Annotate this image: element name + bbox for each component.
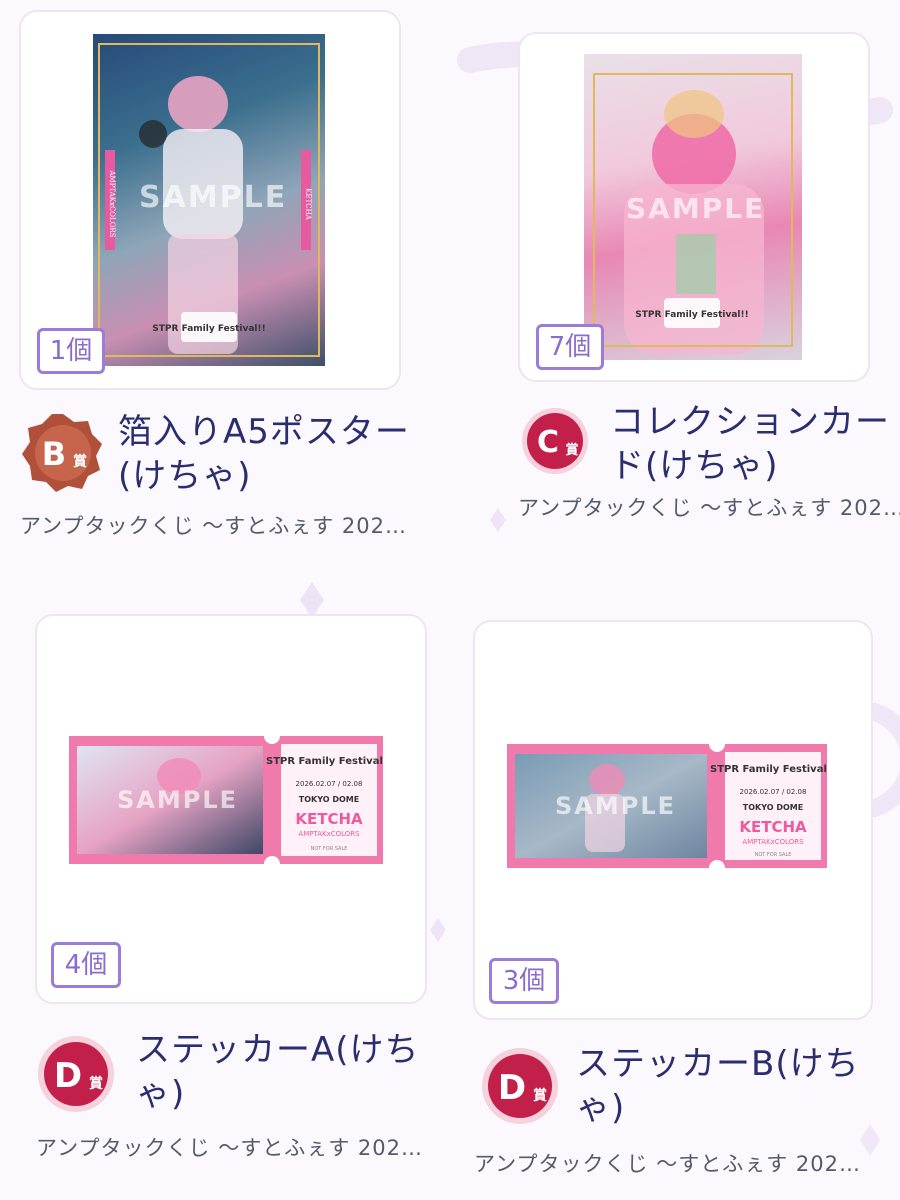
ticket-note: NOT FOR SALE (311, 846, 348, 852)
svg-text:賞: 賞 (89, 1075, 103, 1092)
prize-b-badge-icon: B 賞 (22, 414, 102, 492)
sticker-image: STPR Family Festival!! 2026.02.07 / 02.0… (69, 736, 383, 864)
item-thumbnail[interactable]: AMPTAKxCOLORS KETCHA STPR Family Festiva… (19, 10, 401, 390)
item-title[interactable]: コレクションカー ド(けちゃ) (610, 400, 890, 488)
item-title[interactable]: ステッカーA(けち ゃ) (136, 1028, 436, 1116)
item-title-line1: ステッカーA(けち (136, 1030, 420, 1070)
sample-watermark: SAMPLE (626, 192, 766, 225)
ticket-name: KETCHA (739, 818, 807, 836)
prize-d-badge-icon: D 賞 (482, 1048, 558, 1124)
ticket-venue: TOKYO DOME (299, 795, 359, 804)
poster-side-text-right: KETCHA (304, 188, 312, 220)
poster-logo: STPR Family Festival!! (152, 324, 265, 334)
item-title-line2: (けちゃ) (118, 456, 252, 496)
quantity-badge: 1個 (37, 328, 105, 374)
ticket-unit: AMPTAKxCOLORS (298, 830, 360, 838)
item-title-line2: ゃ) (576, 1088, 626, 1128)
svg-text:賞: 賞 (533, 1087, 547, 1104)
sticker-image: STPR Family Festival!! 2026.02.07 / 02.0… (507, 744, 827, 868)
item-title-line1: ステッカーB(けち (576, 1044, 860, 1084)
ticket-name: KETCHA (295, 810, 363, 828)
item-title-line1: 箔入りA5ポスター (118, 412, 410, 452)
item-thumbnail[interactable]: STPR Family Festival!! 2026.02.07 / 02.0… (473, 620, 873, 1020)
item-thumbnail[interactable]: STPR Family Festival!! SAMPLE 7個 (518, 32, 870, 382)
sample-watermark: SAMPLE (139, 180, 288, 215)
prize-c-badge-icon: C 賞 (522, 408, 588, 474)
ticket-venue: TOKYO DOME (743, 803, 803, 812)
item-subtitle: アンプタックくじ 〜すとふぇす 202… (20, 514, 407, 538)
quantity-badge: 7個 (536, 324, 604, 370)
svg-text:賞: 賞 (565, 442, 578, 458)
item-title[interactable]: 箔入りA5ポスター (けちゃ) (118, 410, 438, 498)
item-title-line2: ゃ) (136, 1074, 186, 1114)
item-thumbnail[interactable]: STPR Family Festival!! 2026.02.07 / 02.0… (35, 614, 427, 1004)
poster-image: AMPTAKxCOLORS KETCHA STPR Family Festiva… (93, 34, 325, 366)
ticket-logo: STPR Family Festival!! (710, 764, 827, 775)
prize-card-d-b[interactable]: STPR Family Festival!! 2026.02.07 / 02.0… (450, 600, 900, 1200)
item-title-line1: コレクションカー (610, 402, 890, 442)
quantity-badge: 4個 (51, 942, 121, 988)
quantity-badge: 3個 (489, 958, 559, 1004)
prize-card-b[interactable]: AMPTAKxCOLORS KETCHA STPR Family Festiva… (0, 0, 450, 560)
svg-text:D: D (54, 1056, 82, 1096)
item-subtitle: アンプタックくじ 〜すとふぇす 202… (36, 1136, 423, 1160)
sample-watermark: SAMPLE (555, 792, 677, 820)
prize-card-c[interactable]: STPR Family Festival!! SAMPLE 7個 C 賞 コレク… (450, 0, 900, 560)
card-logo: STPR Family Festival!! (635, 310, 748, 320)
prize-d-badge-icon: D 賞 (38, 1036, 114, 1112)
item-title-line2: ド(けちゃ) (610, 446, 779, 486)
ticket-logo: STPR Family Festival!! (266, 756, 383, 767)
prize-card-d-a[interactable]: STPR Family Festival!! 2026.02.07 / 02.0… (0, 600, 450, 1200)
ticket-unit: AMPTAKxCOLORS (742, 838, 804, 846)
poster-side-text-left: AMPTAKxCOLORS (108, 170, 116, 238)
sample-watermark: SAMPLE (117, 786, 239, 814)
svg-text:D: D (498, 1068, 526, 1108)
item-subtitle: アンプタックくじ 〜すとふぇす 202… (474, 1152, 861, 1176)
svg-text:C: C (537, 425, 559, 460)
ticket-date: 2026.02.07 / 02.08 (740, 788, 807, 796)
card-image: STPR Family Festival!! SAMPLE (584, 54, 802, 360)
svg-text:賞: 賞 (73, 453, 87, 470)
item-subtitle: アンプタックくじ 〜すとふぇす 202… (518, 496, 900, 520)
ticket-note: NOT FOR SALE (755, 852, 792, 858)
svg-text:B: B (42, 435, 66, 473)
ticket-date: 2026.02.07 / 02.08 (296, 780, 363, 788)
item-title[interactable]: ステッカーB(けち ゃ) (576, 1042, 876, 1130)
